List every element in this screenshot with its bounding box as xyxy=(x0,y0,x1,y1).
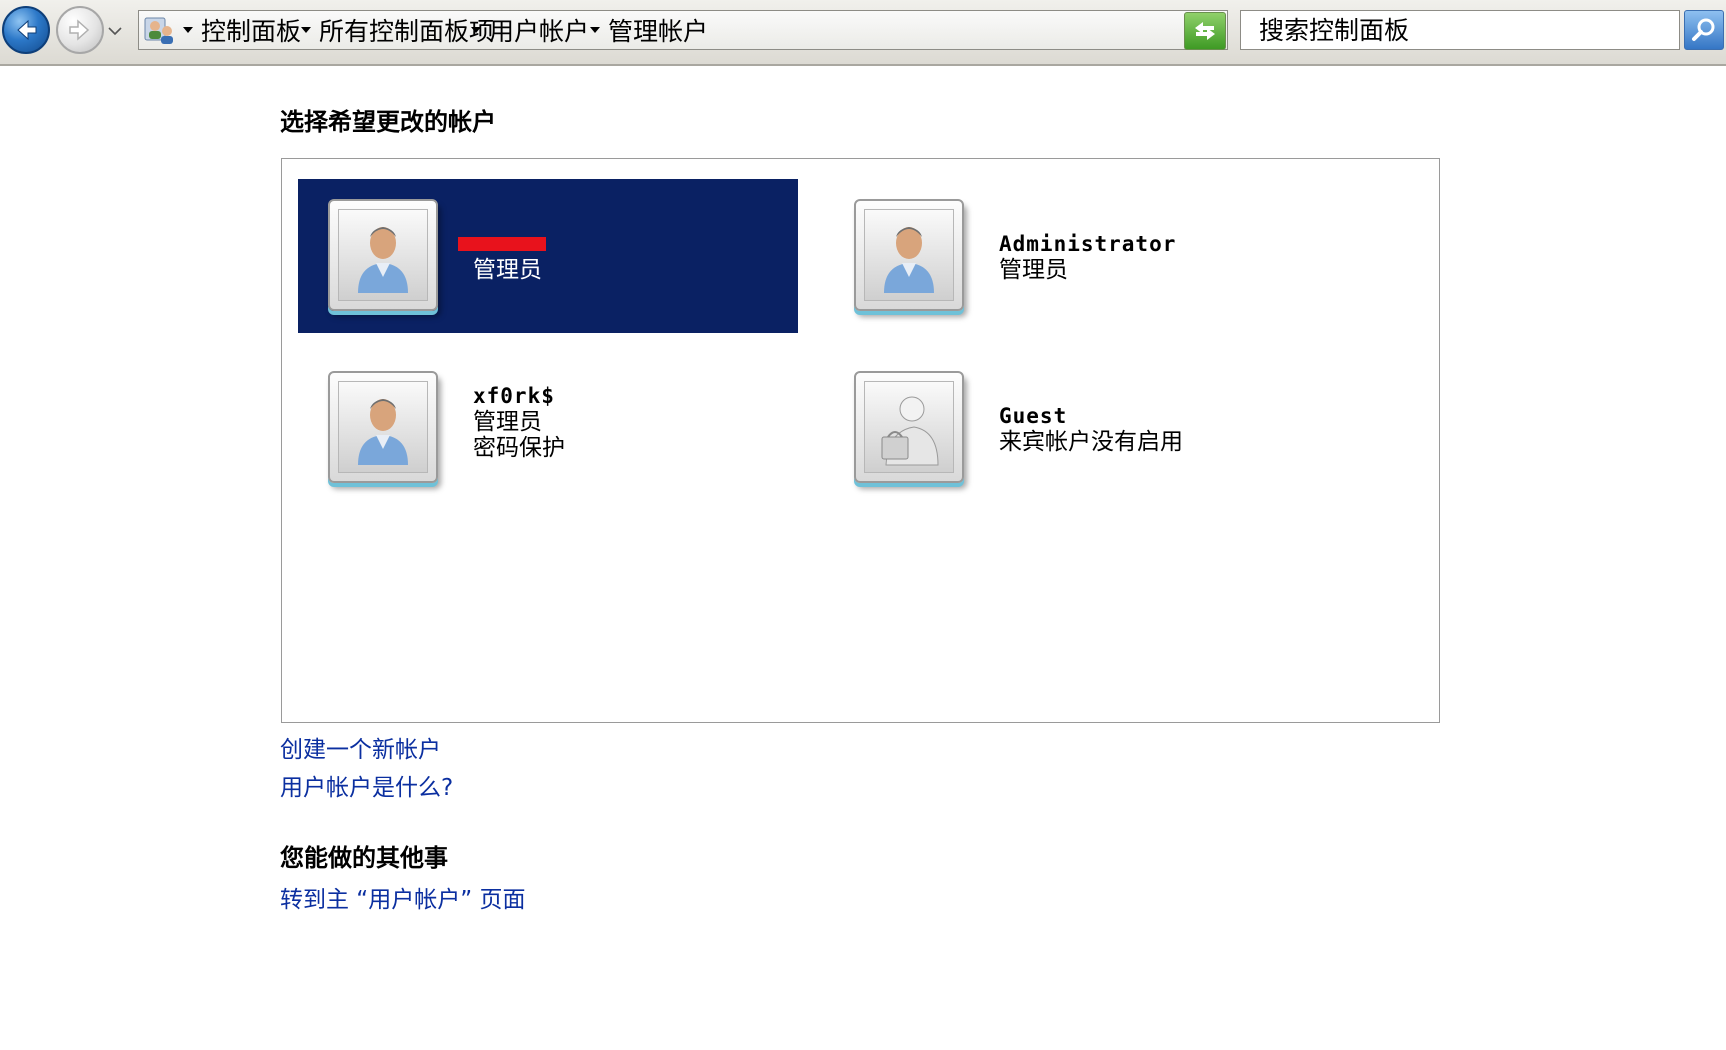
address-box[interactable]: 控制面板 所有控制面板项 用户帐户 管理帐户 xyxy=(138,10,1228,50)
refresh-button[interactable] xyxy=(1184,12,1226,50)
account-tile-administrator[interactable]: Administrator 管理员 xyxy=(824,179,1324,333)
breadcrumb-user-accounts[interactable]: 用户帐户 xyxy=(489,13,589,47)
account-status: 来宾帐户没有启用 xyxy=(999,429,1183,455)
breadcrumb-arrow-icon[interactable] xyxy=(590,27,600,33)
user-avatar-icon xyxy=(358,399,408,465)
back-arrow-icon xyxy=(17,19,37,41)
breadcrumb-arrow-icon[interactable] xyxy=(471,27,481,33)
breadcrumb-control-panel[interactable]: 控制面板 xyxy=(201,13,301,47)
user-avatar-icon xyxy=(358,227,408,293)
chevron-down-icon xyxy=(108,27,122,36)
breadcrumb-manage-accounts[interactable]: 管理帐户 xyxy=(608,13,708,47)
account-name: Guest xyxy=(999,404,1068,428)
refresh-icon xyxy=(1195,22,1215,40)
account-role: 管理员 xyxy=(473,409,542,435)
account-avatar xyxy=(328,199,438,311)
account-password-status: 密码保护 xyxy=(473,435,565,461)
account-role: 管理员 xyxy=(999,257,1068,283)
address-toolbar: 控制面板 所有控制面板项 用户帐户 管理帐户 xyxy=(0,0,1726,66)
user-avatar-icon xyxy=(884,227,934,293)
create-account-link[interactable]: 创建一个新帐户 xyxy=(280,730,441,764)
forward-arrow-icon xyxy=(69,19,90,41)
account-tile-guest[interactable]: Guest 来宾帐户没有启用 xyxy=(824,351,1324,505)
account-avatar xyxy=(854,371,964,483)
forward-button[interactable] xyxy=(56,6,104,54)
back-button[interactable] xyxy=(2,6,50,54)
account-role: 管理员 xyxy=(473,257,542,283)
recent-pages-dropdown[interactable] xyxy=(108,24,122,38)
guest-avatar-icon xyxy=(881,396,939,466)
account-tile-xf0rk[interactable]: xf0rk$ 管理员 密码保护 xyxy=(298,351,798,505)
what-is-user-account-link[interactable]: 用户帐户是什么? xyxy=(280,768,453,802)
breadcrumb-arrow-icon[interactable] xyxy=(183,27,193,33)
breadcrumb-all-items[interactable]: 所有控制面板项 xyxy=(319,13,494,47)
account-name: Administrator xyxy=(999,232,1177,256)
account-tile-selected[interactable]: 管理员 xyxy=(298,179,798,333)
search-input[interactable] xyxy=(1241,11,1679,49)
breadcrumb-arrow-icon[interactable] xyxy=(301,27,311,33)
page-title: 选择希望更改的帐户 xyxy=(280,108,496,136)
other-tasks-heading: 您能做的其他事 xyxy=(280,844,448,872)
accounts-list: 管理员 Administrator 管理员 xf0rk$ 管理员 密码保护 Gu… xyxy=(281,158,1440,723)
account-name xyxy=(473,231,542,257)
account-name: xf0rk$ xyxy=(473,384,555,408)
search-button[interactable] xyxy=(1684,10,1724,50)
control-panel-users-icon xyxy=(144,17,173,44)
account-avatar xyxy=(328,371,438,483)
account-avatar xyxy=(854,199,964,311)
go-to-user-accounts-link[interactable]: 转到主 “用户帐户” 页面 xyxy=(280,880,525,914)
search-icon xyxy=(1692,18,1715,41)
search-box[interactable] xyxy=(1240,10,1680,50)
